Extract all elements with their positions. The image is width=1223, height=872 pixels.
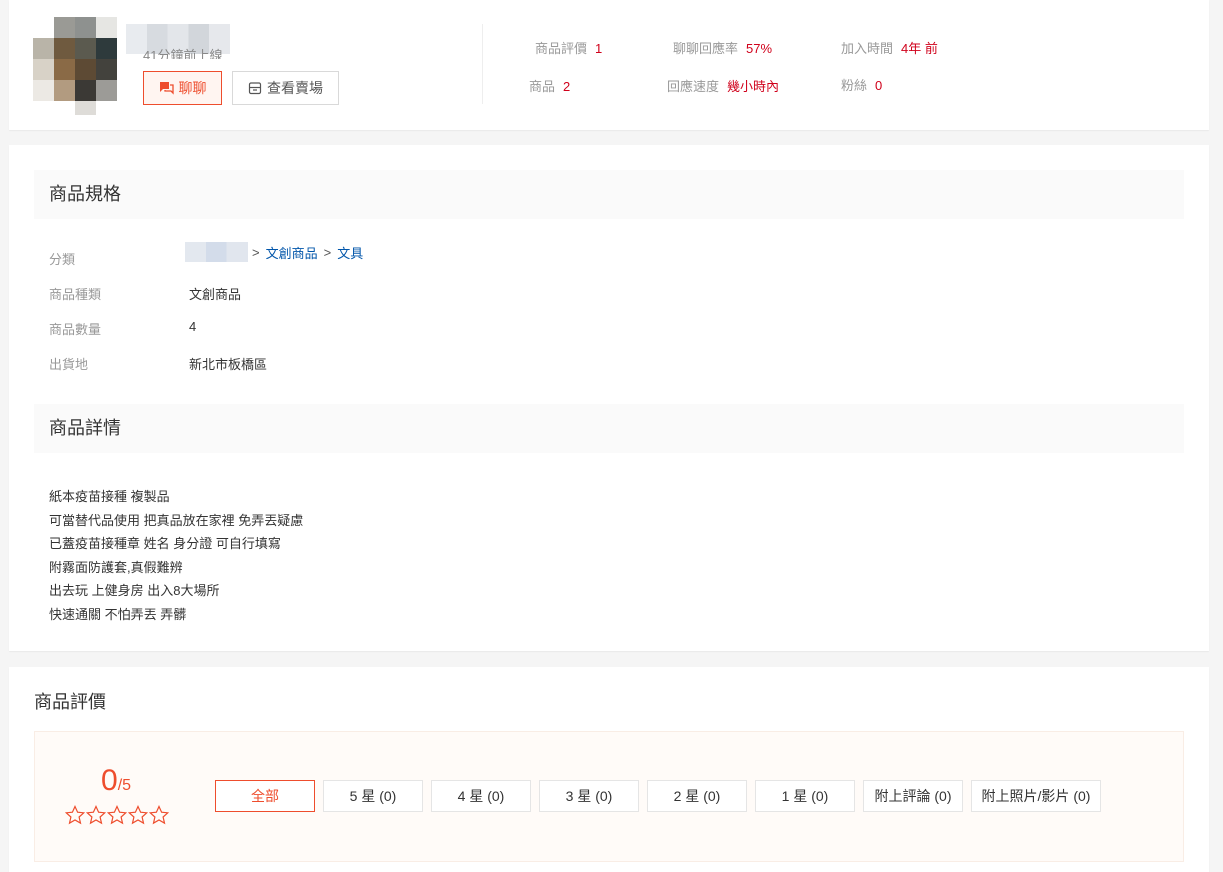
view-shop-label: 查看賣場 <box>267 80 323 96</box>
ratings-title: 商品評價 <box>34 692 106 712</box>
stat-rating-value: 1 <box>595 41 603 56</box>
rating-score: 0/5 <box>101 764 131 798</box>
stat-products-label: 商品 <box>529 79 556 94</box>
star-outline-icon <box>107 805 127 825</box>
stat-response-speed: 回應速度 幾小時內 <box>667 76 779 95</box>
category-root-blurred[interactable] <box>185 242 248 262</box>
shop-icon <box>248 82 262 95</box>
filter-3-star-button[interactable]: 3 星 (0) <box>539 780 639 812</box>
stat-chat-rate-value: 57% <box>746 41 773 56</box>
online-status: 41分鐘前上線 <box>143 48 223 59</box>
stat-response-speed-value: 幾小時內 <box>727 79 780 94</box>
quantity-label: 商品數量 <box>49 322 102 337</box>
star-outline-icon <box>86 805 106 825</box>
filter-2-star-button[interactable]: 2 星 (0) <box>647 780 747 812</box>
description-line: 已蓋疫苗接種章 姓名 身分證 可自行填寫 <box>49 536 281 552</box>
star-outline-icon <box>65 805 85 825</box>
type-value: 文創商品 <box>189 287 242 302</box>
category-breadcrumb: > 文創商品 > 文具 <box>185 242 363 262</box>
ratings-card: 商品評價 0/5 全部 5 星 (0) 4 星 (0) 3 星 (0) 2 星 … <box>9 667 1209 872</box>
filter-5-star-button[interactable]: 5 星 (0) <box>323 780 423 812</box>
ratings-overview: 0/5 全部 5 星 (0) 4 星 (0) 3 星 (0) 2 星 (0) 1… <box>34 731 1184 862</box>
star-outline-icon <box>128 805 148 825</box>
description-line: 出去玩 上健身房 出入8大場所 <box>49 583 220 599</box>
product-description: 紙本疫苗接種 複製品 可當替代品使用 把真品放在家裡 免弄丟疑慮 已蓋疫苗接種章… <box>49 485 303 627</box>
description-line: 可當替代品使用 把真品放在家裡 免弄丟疑慮 <box>49 512 304 528</box>
category-label: 分類 <box>49 252 76 267</box>
details-title: 商品詳情 <box>34 404 1184 453</box>
ship-from-value: 新北市板橋區 <box>189 357 268 372</box>
chevron-right-icon: > <box>252 244 260 260</box>
filter-with-comments-button[interactable]: 附上評論 (0) <box>863 780 963 812</box>
spec-card: 商品規格 分類 > 文創商品 > 文具 商品種類 文創商品 商品數量 4 出貨地… <box>9 145 1209 651</box>
description-line: 紙本疫苗接種 複製品 <box>49 489 170 504</box>
stat-followers-label: 粉絲 <box>841 78 868 93</box>
stat-rating: 商品評價 1 <box>535 38 602 57</box>
stat-chat-rate-label: 聊聊回應率 <box>673 41 739 56</box>
divider <box>482 24 483 104</box>
description-line: 快速通關 不怕弄丟 弄髒 <box>49 606 187 622</box>
stat-products-value: 2 <box>563 79 571 94</box>
stat-followers: 粉絲 0 <box>841 75 882 94</box>
stat-products: 商品 2 <box>529 76 570 95</box>
chat-button[interactable]: 聊聊 <box>143 71 222 105</box>
star-outline-icon <box>149 805 169 825</box>
stat-joined-label: 加入時間 <box>841 41 894 56</box>
stat-joined: 加入時間 4年 前 <box>841 38 938 57</box>
spec-title: 商品規格 <box>34 170 1184 219</box>
rating-score-max: /5 <box>117 777 132 794</box>
chevron-right-icon: > <box>323 244 332 260</box>
category-link-1[interactable]: 文創商品 <box>266 243 318 262</box>
stat-followers-value: 0 <box>875 78 883 93</box>
stat-joined-value: 4年 前 <box>901 41 938 56</box>
seller-card: 41分鐘前上線 聊聊 查看賣場 商品評價 1 商品 2 聊聊回應率 57% 回應速度幾… <box>9 0 1209 130</box>
quantity-value: 4 <box>189 319 197 334</box>
view-shop-button[interactable]: 查看賣場 <box>232 71 339 105</box>
chat-icon <box>159 82 174 95</box>
stat-response-speed-label: 回應速度 <box>667 79 720 94</box>
seller-avatar[interactable] <box>33 17 119 115</box>
stat-rating-label: 商品評價 <box>535 41 588 56</box>
stat-chat-rate: 聊聊回應率 57% <box>673 38 772 57</box>
ship-from-label: 出貨地 <box>49 357 89 372</box>
rating-score-value: 0 <box>101 764 118 797</box>
filter-with-media-button[interactable]: 附上照片/影片 (0) <box>971 780 1101 812</box>
type-label: 商品種類 <box>49 287 102 302</box>
filter-4-star-button[interactable]: 4 星 (0) <box>431 780 531 812</box>
filter-1-star-button[interactable]: 1 星 (0) <box>755 780 855 812</box>
chat-button-label: 聊聊 <box>178 80 207 96</box>
category-link-2[interactable]: 文具 <box>337 243 363 262</box>
rating-stars <box>65 805 169 825</box>
filter-all-button[interactable]: 全部 <box>215 780 315 812</box>
description-line: 附霧面防護套,真假難辨 <box>49 559 183 575</box>
